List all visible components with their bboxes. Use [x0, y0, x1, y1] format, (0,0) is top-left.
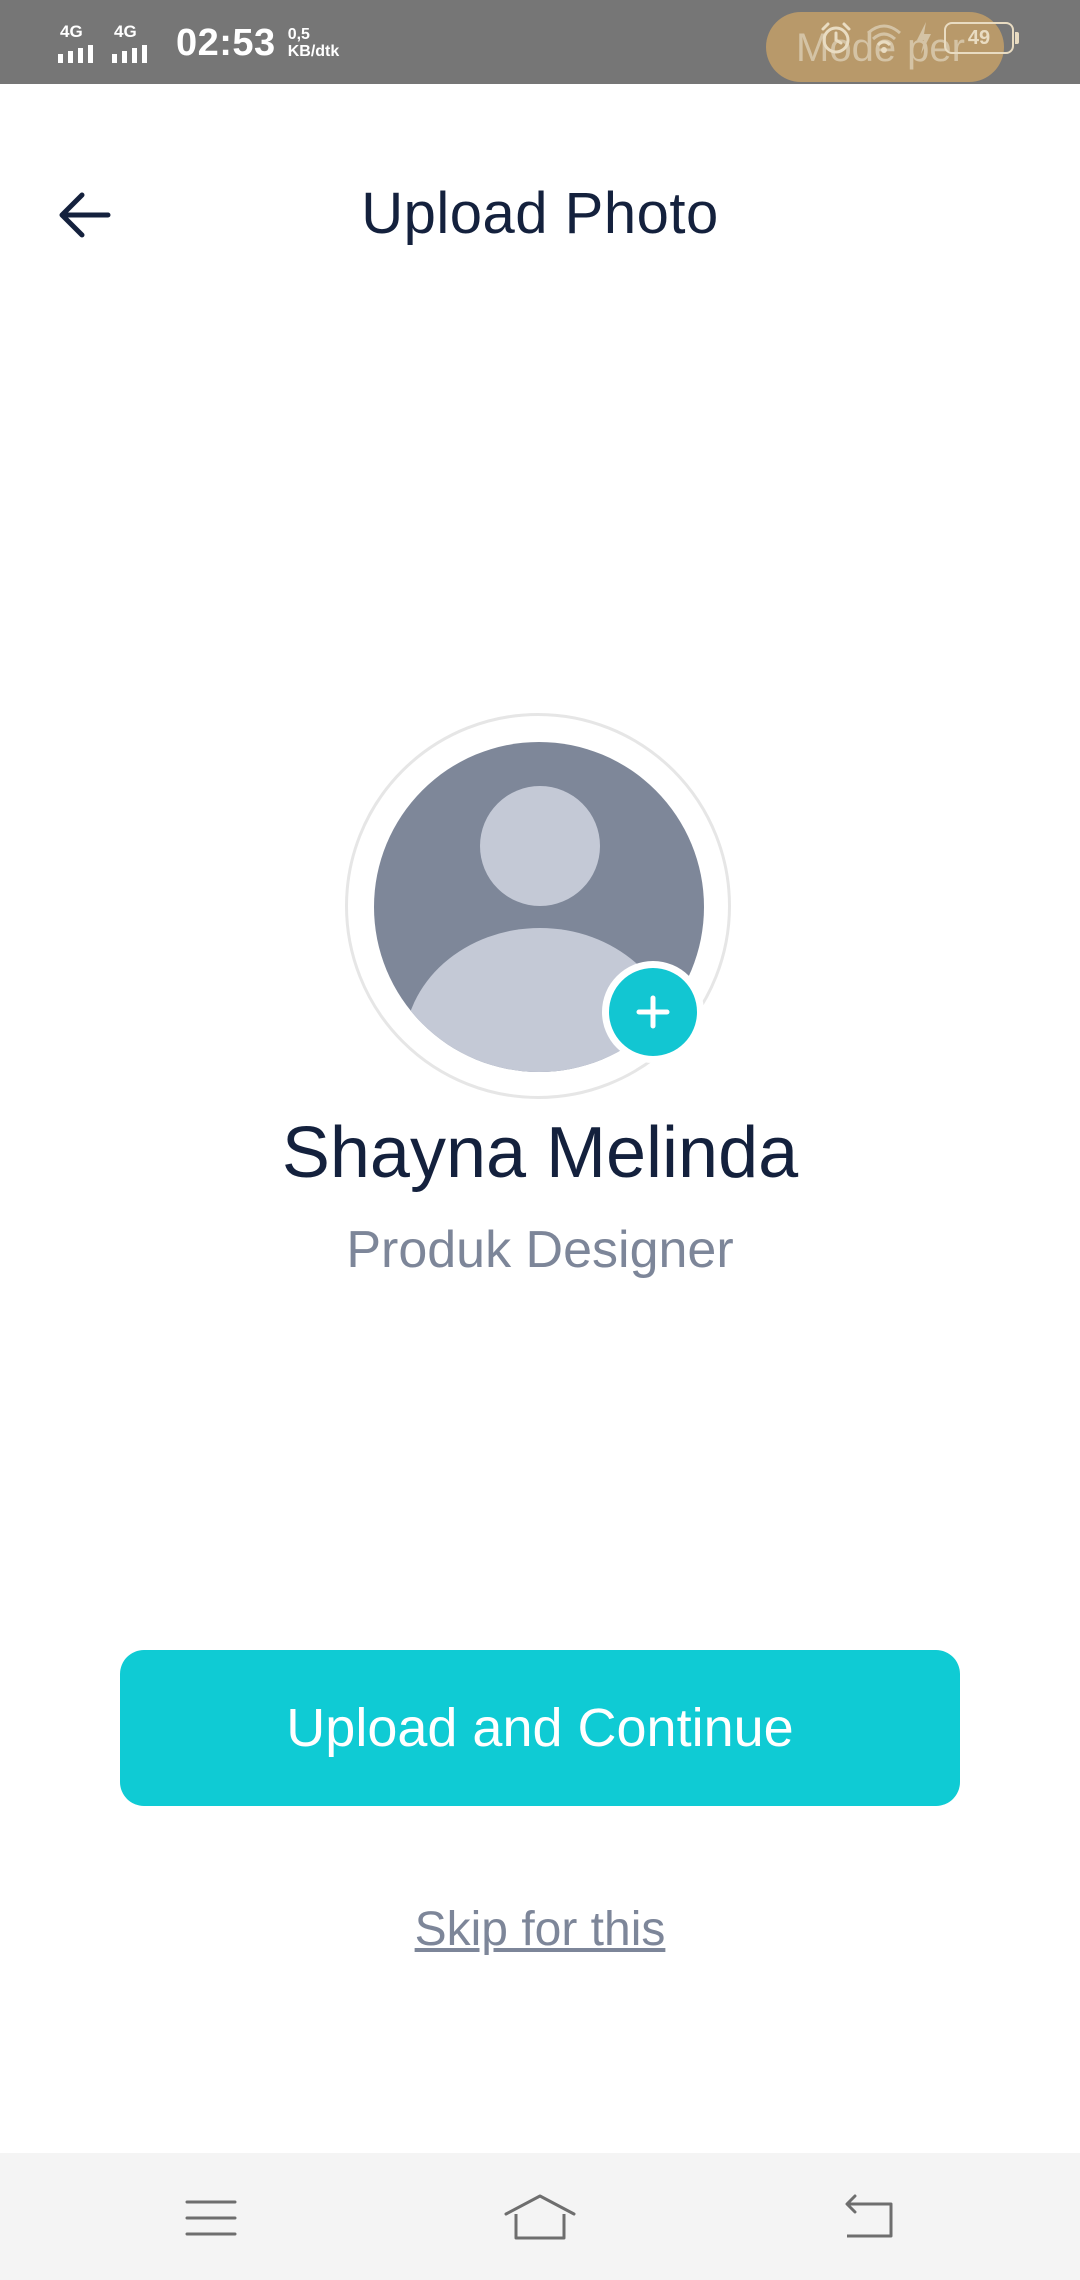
network-speed: 0,5 KB/dtk	[288, 26, 340, 60]
battery-level: 49	[967, 26, 991, 49]
upload-and-continue-button[interactable]: Upload and Continue	[120, 1650, 960, 1806]
add-photo-circle	[609, 968, 697, 1056]
signal-icon: 4G	[58, 23, 104, 63]
system-back-button[interactable]	[824, 2183, 914, 2253]
add-photo-button[interactable]	[602, 961, 704, 1063]
page-title: Upload Photo	[361, 181, 719, 246]
user-role: Produk Designer	[346, 1221, 734, 1279]
status-bar: 4G 4G 02:53 0,5 KB/dtk Mode per 49	[0, 0, 1080, 84]
charging-icon	[917, 22, 931, 54]
network-speed-unit: KB/dtk	[287, 43, 340, 60]
signal-label: 4G	[60, 22, 83, 41]
status-left: 4G 4G 02:53 0,5 KB/dtk	[58, 18, 339, 68]
alarm-icon	[821, 22, 851, 54]
avatar-head	[480, 786, 600, 906]
signal-label: 4G	[114, 22, 137, 41]
home-icon	[504, 2194, 576, 2240]
back-icon	[845, 2194, 893, 2238]
home-button[interactable]	[495, 2183, 585, 2253]
status-time: 02:53	[176, 21, 276, 64]
navigation-bar	[0, 2153, 1080, 2280]
status-right-icons: 49	[818, 20, 1019, 56]
signal-icon: 4G	[112, 23, 158, 63]
menu-icon	[185, 2200, 237, 2236]
wifi-icon	[867, 24, 901, 53]
battery-icon: 49	[944, 22, 1019, 54]
skip-link[interactable]: Skip for this	[0, 1902, 1080, 1957]
plus-icon	[636, 995, 670, 1029]
user-name: Shayna Melinda	[281, 1113, 799, 1193]
menu-button[interactable]	[166, 2183, 256, 2253]
network-speed-value: 0,5	[287, 26, 310, 43]
